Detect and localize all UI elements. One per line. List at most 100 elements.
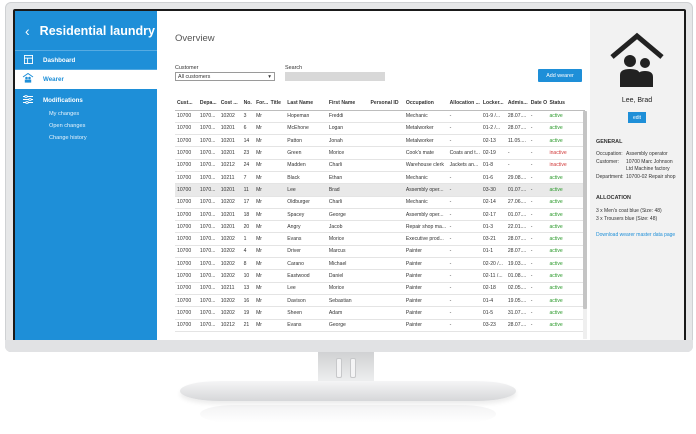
table-cell: 1070... [197, 134, 219, 148]
table-cell: Evans [285, 232, 327, 246]
sidebar-subitem-my-changes[interactable]: My changes [15, 108, 157, 120]
table-cell: Davison [285, 294, 327, 308]
table-cell [368, 146, 404, 160]
table-cell: - [528, 232, 548, 246]
column-header[interactable]: Admis... [505, 97, 529, 111]
table-cell: Mr [254, 146, 269, 160]
table-cell [268, 269, 286, 283]
column-header[interactable]: For... [254, 97, 269, 111]
edit-button[interactable]: edit [628, 112, 646, 123]
sidebar-item-modifications[interactable]: Modifications [15, 93, 157, 108]
table-cell [368, 294, 404, 308]
search-filter: Search [285, 65, 385, 81]
table-cell: - [447, 282, 481, 295]
table-row[interactable]: 10700 1070... 10202 17 Mr Oldburger Charli Mech… [175, 196, 585, 209]
table-cell [268, 257, 286, 271]
table-cell: - [447, 245, 481, 259]
wearer-name: Lee, Brad [621, 97, 653, 104]
table-cell: inactive [547, 146, 585, 160]
column-header[interactable]: Occupation [403, 97, 448, 111]
table-cell: 10700 [175, 257, 198, 271]
table-row[interactable]: 10700 1070... 10201 18 Mr Spacey George Assembl… [175, 208, 585, 222]
table-cell: 10202 [218, 269, 242, 283]
sidebar-item-dashboard[interactable]: Dashboard [15, 51, 157, 70]
table-cell: 1070... [197, 208, 219, 222]
table-cell: Patton [285, 134, 327, 148]
table-cell: 28.07.... [505, 122, 529, 136]
back-icon[interactable]: ‹ [25, 24, 30, 38]
table-cell: Mr [254, 220, 269, 234]
table-cell: 7 [241, 171, 255, 185]
table-cell: Charli [326, 159, 369, 172]
table-scrollbar[interactable] [583, 111, 587, 339]
column-header[interactable]: Title [268, 97, 286, 111]
table-row[interactable]: 10700 1070... 10202 10 Mr Eastwood Daniel Paint… [175, 269, 585, 283]
table-cell: Charli [326, 196, 369, 209]
table-cell: 1070... [197, 232, 219, 246]
column-header[interactable]: Personal ID [368, 97, 404, 111]
table-cell: Mr [254, 282, 269, 295]
table-cell: Freddi [326, 110, 369, 123]
table-cell: - [528, 306, 548, 320]
add-wearer-button[interactable]: Add wearer [538, 69, 582, 82]
table-cell [368, 282, 404, 295]
scrollbar-thumb[interactable] [583, 111, 587, 309]
search-label: Search [285, 65, 303, 71]
table-cell: 10700 [175, 134, 198, 148]
table-cell: 01-9 /... [480, 110, 506, 123]
column-header[interactable]: Locker... [480, 97, 506, 111]
table-row[interactable]: 10700 1070... 10202 8 Mr Carano Michael Painter… [175, 257, 585, 271]
table-cell: 14 [241, 134, 255, 148]
table-cell [368, 208, 404, 222]
table-row[interactable]: 10700 1070... 10211 7 Mr Black Ethan Mechanic -0… [175, 171, 585, 185]
table-cell: 10211 [218, 171, 242, 185]
table-row[interactable]: 10700 1070... 10202 4 Mr Driver Marcus Painter -… [175, 245, 585, 259]
general-occupation: Occupation: Assembly operator [596, 151, 680, 158]
sidebar-group-modifications: Modifications My changes Open changes Ch… [15, 89, 157, 144]
search-input[interactable] [285, 72, 385, 81]
table-cell: 1070... [197, 282, 219, 295]
table-cell: Mechanic [403, 110, 448, 123]
column-header[interactable]: Depa... [197, 97, 219, 111]
column-header[interactable]: Last Name [285, 97, 327, 111]
table-row[interactable]: 10700 1070... 10201 20 Mr Angry Jacob Repair sh… [175, 220, 585, 234]
sidebar-item-wearer[interactable]: Wearer [15, 70, 157, 89]
download-master-data-link[interactable]: Download wearer master data page [596, 232, 682, 238]
table-row[interactable]: 10700 1070... 10212 21 Mr Evans George Painter -… [175, 319, 585, 332]
sidebar-subitem-open-changes[interactable]: Open changes [15, 120, 157, 132]
table-row[interactable]: 10700 1070... 10202 19 Mr Sheen Adam Painter -01… [175, 306, 585, 320]
customer-select[interactable]: All customers ▾ [175, 72, 275, 81]
table-cell: - [528, 122, 548, 136]
table-row[interactable]: 10700 1070... 10201 23 Mr Green Morice Cook's m… [175, 146, 585, 160]
table-row[interactable]: 10700 1070... 10202 16 Mr Davison Sebastian Pai… [175, 294, 585, 308]
kv-value: Assembly operator [626, 151, 668, 157]
table-row[interactable]: 10700 1070... 10211 13 Mr Lee Morice Painter -02… [175, 282, 585, 295]
table-cell: Jackets an... [447, 159, 481, 172]
table-cell: 10201 [218, 220, 242, 234]
table-cell: Logan [326, 122, 369, 136]
table-row[interactable]: 10700 1070... 10202 3 Mr Hopeman Freddi Mechani… [175, 110, 585, 123]
column-header[interactable]: Allocation ... [447, 97, 481, 111]
table-row[interactable]: 10700 1070... 10201 14 Mr Patton Jonah Metalwor… [175, 134, 585, 148]
table-cell: Repair shop ma... [403, 220, 448, 234]
table-cell [268, 282, 286, 295]
table-row[interactable]: 10700 1070... 10201 6 Mr McEhone Logan Metalwor… [175, 122, 585, 136]
table-cell: 1070... [197, 183, 219, 197]
column-header[interactable]: First Name [326, 97, 369, 111]
table-cell: 10212 [218, 159, 242, 172]
table-row[interactable]: 10700 1070... 10202 1 Mr Evans Morice Executive… [175, 232, 585, 246]
table-cell [268, 110, 286, 123]
table-row[interactable]: 10700 1070... 10201 11 Mr Lee Brad Assembly ope… [175, 183, 585, 197]
sidebar-subitem-change-history[interactable]: Change history [15, 132, 157, 144]
column-header[interactable]: Status [547, 97, 585, 111]
column-header[interactable]: Cust... [175, 97, 198, 111]
table-cell [268, 306, 286, 320]
table-cell: - [528, 134, 548, 148]
column-header[interactable]: Cost ... [218, 97, 242, 111]
table-cell: 01-5 [480, 306, 506, 320]
table-cell: - [447, 134, 481, 148]
column-header[interactable]: No. [241, 97, 255, 111]
column-header[interactable]: Date O... [528, 97, 548, 111]
kv-value: 10700-02 Repair shop [626, 174, 676, 180]
table-row[interactable]: 10700 1070... 10212 24 Mr Madden Charli Warehou… [175, 159, 585, 172]
